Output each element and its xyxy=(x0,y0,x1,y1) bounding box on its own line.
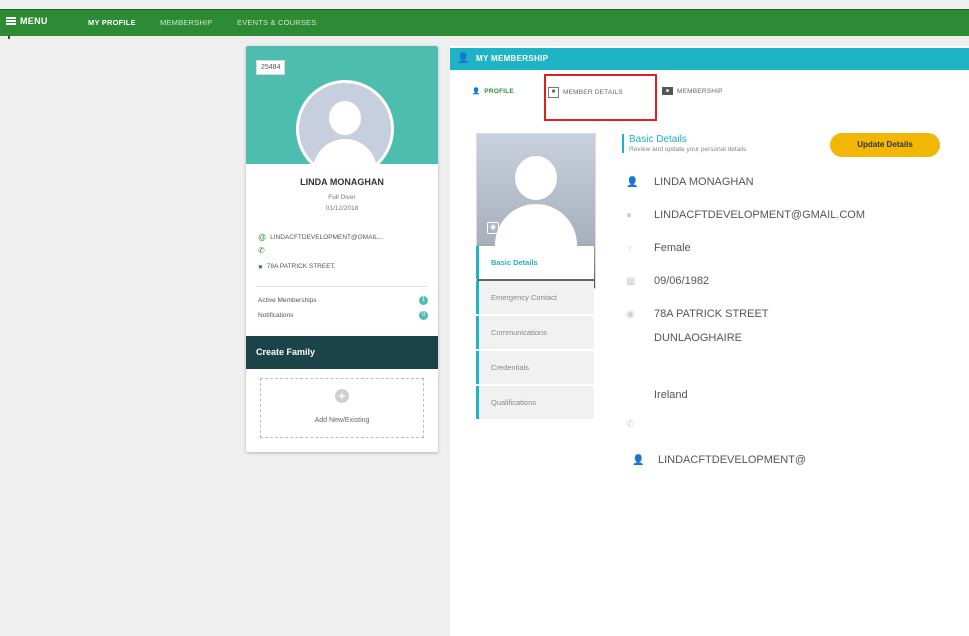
avatar-body-shape xyxy=(313,139,377,175)
nav-events-courses[interactable]: EVENTS & COURSES xyxy=(237,18,316,27)
add-new-existing-button[interactable]: + Add New/Existing xyxy=(260,378,424,438)
field-country: Ireland xyxy=(626,389,688,401)
side-item-communications[interactable]: Communications xyxy=(476,316,594,349)
side-item-emergency-contact[interactable]: Emergency Contact xyxy=(476,281,594,314)
field-address-line2: DUNLAOGHAIRE xyxy=(626,332,742,344)
basic-details-heading: Basic Details Review and update your per… xyxy=(622,134,746,153)
highlight-annotation-box xyxy=(544,74,657,121)
active-memberships-label: Active Memberships xyxy=(258,297,317,304)
email-icon: ● xyxy=(626,209,633,221)
user-icon: 👤 xyxy=(472,88,481,95)
notifications-label: Notifications xyxy=(258,312,294,319)
plus-icon: + xyxy=(335,389,349,403)
tab-membership[interactable]: ■ MEMBERSHIP xyxy=(662,87,723,95)
nav-my-profile[interactable]: MY PROFILE xyxy=(88,18,136,27)
profile-address: 78A PATRICK STREET, xyxy=(266,263,336,270)
field-gender-value: Female xyxy=(654,242,691,254)
notifications-count: 0 xyxy=(419,311,428,320)
side-item-basic-details[interactable]: Basic Details xyxy=(476,246,594,279)
hamburger-icon xyxy=(6,17,16,25)
field-email: ● LINDACFTDEVELOPMENT@GMAIL.COM xyxy=(626,209,865,221)
id-card-icon: ■ xyxy=(662,87,673,95)
left-accent xyxy=(8,35,10,39)
field-email-value: LINDACFTDEVELOPMENT@GMAIL.COM xyxy=(654,209,866,221)
member-date: 01/12/2018 xyxy=(325,205,359,212)
field-username-value: LINDACFTDEVELOPMENT@ xyxy=(658,454,807,466)
membership-panel: 👤 MY MEMBERSHIP 👤 PROFILE ■ MEMBER DETAI… xyxy=(450,46,969,636)
menu-label: MENU xyxy=(20,16,48,26)
profile-card: 25484 LINDA MONAGHAN Full Diver 01/12/20… xyxy=(246,46,438,452)
tab-profile-label: PROFILE xyxy=(484,87,514,95)
avatar xyxy=(296,80,394,178)
field-address-line1: ◉ 78A PATRICK STREET xyxy=(626,308,769,320)
side-item-credentials[interactable]: Credentials xyxy=(476,351,594,384)
profile-address-line: ● 78A PATRICK STREET, xyxy=(258,262,336,271)
location-pin-icon: ◉ xyxy=(626,308,635,320)
phone-icon: ✆ xyxy=(626,419,635,430)
profile-email: LINDACFTDEVELOPMENT@GMAIL... xyxy=(270,234,384,241)
field-dob: ▦ 09/06/1982 xyxy=(626,275,709,287)
calendar-icon: ▦ xyxy=(626,275,636,287)
create-family-bar[interactable]: Create Family xyxy=(246,336,438,369)
field-dob-value: 09/06/1982 xyxy=(654,275,710,287)
card-divider xyxy=(256,286,428,287)
active-memberships-count: 1 xyxy=(419,296,428,305)
profile-name: LINDA MONAGHAN xyxy=(300,177,384,187)
member-id-badge: 25484 xyxy=(256,60,286,75)
update-details-button[interactable]: Update Details xyxy=(830,133,940,157)
field-address-line2-value: DUNLAOGHAIRE xyxy=(654,332,743,344)
tab-membership-label: MEMBERSHIP xyxy=(677,87,723,95)
field-username: 👤 LINDACFTDEVELOPMENT@ xyxy=(632,454,806,466)
details-side-menu: Basic Details Emergency Contact Communic… xyxy=(476,246,594,421)
field-name: 👤 LINDA MONAGHAN xyxy=(626,176,754,188)
tab-profile[interactable]: 👤 PROFILE xyxy=(472,87,514,96)
field-phone: ✆ xyxy=(626,419,654,430)
field-country-value: Ireland xyxy=(654,389,688,401)
camera-icon[interactable]: ◉ xyxy=(487,222,499,234)
gender-icon: ♀ xyxy=(626,242,634,254)
notifications-row[interactable]: Notifications 0 xyxy=(258,311,428,320)
field-gender: ♀ Female xyxy=(626,242,691,254)
basic-details-title: Basic Details xyxy=(629,134,687,145)
email-icon: @ xyxy=(258,233,267,242)
location-pin-icon: ● xyxy=(258,262,263,271)
phone-icon: ✆ xyxy=(258,246,265,255)
side-item-qualifications[interactable]: Qualifications xyxy=(476,386,594,419)
photo-head-shape xyxy=(515,156,557,200)
profile-email-line: @ LINDACFTDEVELOPMENT@GMAIL... xyxy=(258,233,383,242)
field-address-line1-value: 78A PATRICK STREET xyxy=(654,308,769,320)
user-icon: 👤 xyxy=(632,454,645,466)
user-icon: 👤 xyxy=(457,53,470,64)
panel-header: 👤 MY MEMBERSHIP xyxy=(450,48,969,70)
avatar-head-shape xyxy=(329,101,361,135)
add-new-existing-label: Add New/Existing xyxy=(314,417,370,424)
panel-title: MY MEMBERSHIP xyxy=(476,54,549,63)
basic-details-subtitle: Review and update your personal details xyxy=(629,146,747,153)
active-memberships-row[interactable]: Active Memberships 1 xyxy=(258,296,428,305)
top-nav-bar: MENU MY PROFILE MEMBERSHIP EVENTS & COUR… xyxy=(0,9,969,36)
field-name-value: LINDA MONAGHAN xyxy=(654,176,754,188)
profile-phone-line: ✆ xyxy=(258,246,269,255)
member-type: Full Diver xyxy=(328,194,356,201)
user-icon: 👤 xyxy=(626,176,639,188)
nav-membership[interactable]: MEMBERSHIP xyxy=(160,18,212,27)
menu-button[interactable]: MENU xyxy=(6,16,48,26)
